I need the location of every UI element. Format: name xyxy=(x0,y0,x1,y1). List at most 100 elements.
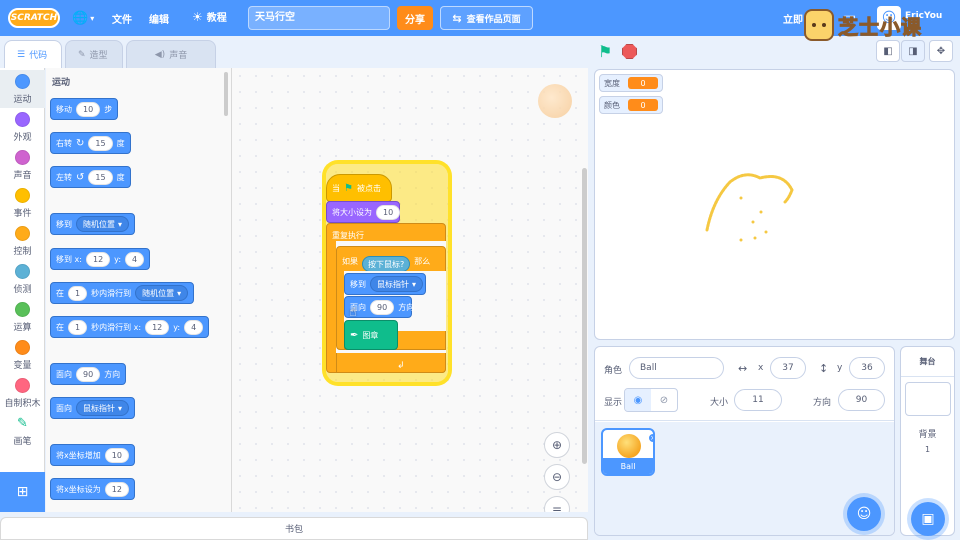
file-menu[interactable]: 文件 xyxy=(112,11,132,26)
tab-code[interactable]: ☰ 代码 xyxy=(4,40,62,68)
block-input[interactable]: 12 xyxy=(85,251,111,267)
block-dropdown[interactable]: 鼠标指针 ▾ xyxy=(76,400,130,416)
category-motion[interactable]: 运动 xyxy=(0,70,45,108)
direction-input[interactable]: 90 xyxy=(838,389,885,411)
category-looks[interactable]: 外观 xyxy=(0,108,45,146)
block-goto[interactable]: 移到 随机位置 ▾ xyxy=(50,213,136,235)
stamp-dot xyxy=(739,238,743,242)
block-goto-xy[interactable]: 移到 x: 12 y: 4 xyxy=(50,248,151,270)
scratch-logo[interactable]: SCRATCH xyxy=(8,8,60,28)
y-input[interactable]: 36 xyxy=(849,357,885,379)
stop-button[interactable] xyxy=(622,44,637,59)
block-dropdown[interactable]: 随机位置 ▾ xyxy=(76,216,130,232)
script-area[interactable]: 当 ⚑ 被点击 将大小设为 10 重复执行 ↲ 如果 按下鼠标? 那么 移到 鼠… xyxy=(232,68,588,512)
block-turn-left[interactable]: 左转 ↺ 15 度 xyxy=(50,166,131,188)
block-input[interactable]: 12 xyxy=(104,481,129,497)
category-sound[interactable]: 声音 xyxy=(0,146,45,184)
zoom-in-button[interactable]: ⊕ xyxy=(544,432,570,458)
hide-button[interactable]: ⊘ xyxy=(651,389,677,411)
block-text: 步 xyxy=(104,104,113,114)
y-label: y xyxy=(837,363,843,373)
category-variables[interactable]: 变量 xyxy=(0,336,45,374)
zoom-in-icon: ⊕ xyxy=(551,438,563,452)
category-pen[interactable]: ✎ 画笔 xyxy=(0,412,45,450)
backpack[interactable]: 书包 xyxy=(0,517,588,540)
project-title-input[interactable]: 天马行空 xyxy=(248,6,390,30)
block-input[interactable]: 10 xyxy=(376,204,401,220)
block-input[interactable]: 4 xyxy=(125,251,145,267)
stage[interactable]: 宽度 0 颜色 0 xyxy=(594,69,955,340)
block-when-flag-clicked[interactable]: 当 ⚑ 被点击 xyxy=(326,174,392,202)
chevron-down-icon: ▾ xyxy=(90,13,95,23)
tab-sounds[interactable]: ◀) 声音 xyxy=(126,40,216,68)
sprite-thumbnail[interactable]: × Ball xyxy=(601,428,655,476)
script-scrollbar[interactable] xyxy=(582,168,587,464)
block-text: 秒内滑行到 xyxy=(91,288,132,298)
add-backdrop-button[interactable]: ▣ xyxy=(911,502,945,536)
block-dropdown[interactable]: 鼠标指针 ▾ xyxy=(370,276,424,292)
block-glide-xy[interactable]: 在 1 秒内滑行到 x: 12 y: 4 xyxy=(50,316,210,338)
block-input[interactable]: 1 xyxy=(68,319,88,335)
stage-selector[interactable]: 舞台 背景 1 ▣ xyxy=(900,346,955,536)
eye-icon: ◉ xyxy=(633,394,643,406)
save-now-link[interactable]: 立即 xyxy=(783,11,803,26)
rotate-left-icon: ↺ xyxy=(76,171,85,183)
block-input[interactable]: 90 xyxy=(370,299,395,315)
block-change-x[interactable]: 将x坐标增加 10 xyxy=(50,444,135,466)
watermark-text: 芝士小课 xyxy=(838,14,922,39)
category-sensing[interactable]: 侦测 xyxy=(0,260,45,298)
block-input[interactable]: 10 xyxy=(76,101,101,117)
green-flag-button[interactable]: ⚑ xyxy=(598,42,618,62)
block-input[interactable]: 15 xyxy=(88,169,113,185)
size-input[interactable]: 11 xyxy=(734,389,782,411)
zoom-out-button[interactable]: ⊖ xyxy=(544,464,570,490)
category-my-blocks[interactable]: 自制积木 xyxy=(0,374,45,412)
palette-scrollbar[interactable] xyxy=(224,72,228,116)
stamp-dot xyxy=(739,196,743,200)
code-icon: ☰ xyxy=(17,49,26,60)
language-menu[interactable]: 🌐 ▾ xyxy=(72,9,102,27)
block-turn-right[interactable]: 右转 ↻ 15 度 xyxy=(50,132,131,154)
category-dot xyxy=(15,301,30,317)
add-extension-button[interactable]: ⊞ xyxy=(0,472,45,512)
sprite-name-input[interactable]: Ball xyxy=(629,357,724,379)
tutorials-menu[interactable]: ☀ 教程 xyxy=(192,9,227,25)
large-stage-button[interactable]: ◨ xyxy=(901,40,925,62)
block-input[interactable]: 10 xyxy=(104,447,129,463)
sensing-mouse-down[interactable]: 按下鼠标? xyxy=(362,256,411,272)
category-events[interactable]: 事件 xyxy=(0,184,45,222)
block-input[interactable]: 12 xyxy=(145,319,170,335)
block-input[interactable]: 15 xyxy=(88,135,113,151)
fullscreen-button[interactable]: ✥ xyxy=(929,40,953,62)
block-input[interactable]: 90 xyxy=(76,366,101,382)
see-project-page-button[interactable]: ⇆ 查看作品页面 xyxy=(440,6,533,30)
show-button[interactable]: ◉ xyxy=(625,389,651,411)
backdrop-thumbnail[interactable] xyxy=(905,382,951,416)
block-point-towards[interactable]: 面向 鼠标指针 ▾ xyxy=(50,397,136,419)
block-goto-mouse[interactable]: 移到 鼠标指针 ▾ xyxy=(344,273,426,295)
tab-sounds-label: 声音 xyxy=(169,51,188,61)
block-dropdown[interactable]: 随机位置 ▾ xyxy=(135,285,189,301)
small-stage-button[interactable]: ◧ xyxy=(876,40,900,62)
block-point-direction[interactable]: 面向 90 方向 xyxy=(50,363,127,385)
edit-menu[interactable]: 编辑 xyxy=(149,11,169,26)
tab-costumes[interactable]: ✎ 造型 xyxy=(65,40,123,68)
stamp-dot xyxy=(753,236,757,240)
block-text: 将x坐标设为 xyxy=(56,484,101,494)
delete-sprite-icon[interactable]: × xyxy=(648,433,653,443)
block-input[interactable]: 1 xyxy=(68,285,88,301)
visibility-toggle: ◉ ⊘ xyxy=(624,388,678,412)
block-text: 面向 xyxy=(56,403,72,413)
x-input[interactable]: 37 xyxy=(770,357,806,379)
block-stamp[interactable]: ✒ 图章 xyxy=(344,320,398,350)
block-set-x[interactable]: 将x坐标设为 12 xyxy=(50,478,135,500)
block-move-steps[interactable]: 移动 10 步 xyxy=(50,98,119,120)
block-input[interactable]: 4 xyxy=(184,319,204,335)
category-control[interactable]: 控制 xyxy=(0,222,45,260)
category-operators[interactable]: 运算 xyxy=(0,298,45,336)
block-set-size[interactable]: 将大小设为 10 xyxy=(326,201,401,223)
share-button[interactable]: 分享 xyxy=(397,6,433,30)
block-glide-to[interactable]: 在 1 秒内滑行到 随机位置 ▾ xyxy=(50,282,195,304)
zoom-reset-button[interactable]: = xyxy=(544,496,570,512)
add-sprite-button[interactable]: ☺ xyxy=(847,497,881,531)
